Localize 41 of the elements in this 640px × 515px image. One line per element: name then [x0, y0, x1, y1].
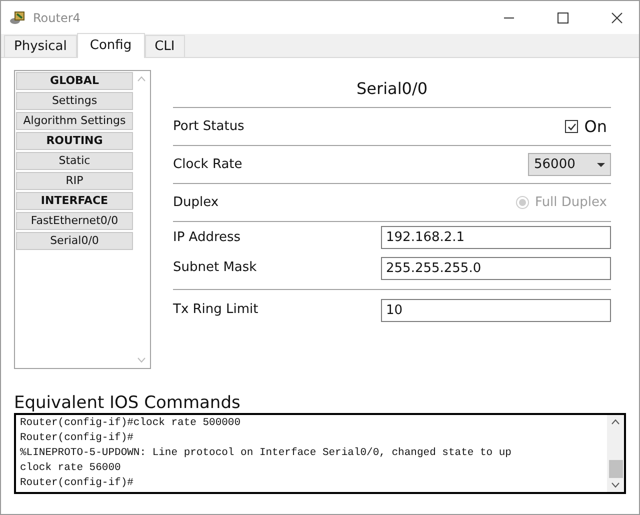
console-line: clock rate 56000 [20, 461, 122, 476]
scroll-down-icon[interactable] [611, 482, 620, 488]
router-icon [9, 10, 25, 24]
field-label: IP Address [173, 228, 241, 247]
clock-rate-dropdown[interactable]: 56000 [528, 153, 611, 176]
sidebar-item[interactable]: Static [16, 152, 133, 170]
sidebar-header[interactable]: GLOBAL [16, 72, 133, 90]
console-line: Router(config-if)# [20, 431, 134, 446]
sidebar-header[interactable]: ROUTING [16, 132, 133, 150]
scroll-up-icon[interactable] [611, 419, 620, 425]
section-title: Equivalent IOS Commands [14, 393, 242, 413]
field-label: Duplex [173, 194, 219, 212]
radio-label: Full Duplex [535, 194, 607, 212]
console-scrollbar[interactable] [607, 415, 624, 492]
tab[interactable]: CLI [144, 35, 185, 57]
sidebar-item[interactable]: Algorithm Settings [16, 112, 133, 130]
tab[interactable]: Physical [4, 35, 77, 57]
close-icon[interactable] [611, 12, 623, 24]
field-label: Clock Rate [173, 156, 242, 174]
sidebar-item[interactable]: FastEthernet0/0 [16, 212, 133, 230]
maximize-icon[interactable] [557, 12, 569, 24]
scroll-thumb[interactable] [608, 460, 622, 478]
checkbox-label: On [584, 116, 607, 138]
window-title: Router4 [33, 10, 80, 26]
sidebar-item[interactable]: RIP [16, 172, 133, 190]
console-line: Router(config-if)#clock rate 500000 [20, 416, 242, 431]
sidebar-header[interactable]: INTERFACE [16, 192, 133, 210]
text-field[interactable]: 10 [381, 298, 611, 322]
sidebar-item[interactable]: Settings [16, 92, 133, 110]
console-line: Router(config-if)# [20, 476, 134, 491]
sidebar-item[interactable]: Serial0/0 [16, 232, 133, 250]
field-label: Subnet Mask [173, 259, 257, 278]
tab[interactable]: Config [76, 33, 145, 58]
text-field[interactable]: 192.168.2.1 [381, 226, 611, 249]
text-field[interactable]: 255.255.255.0 [381, 256, 611, 280]
checkbox[interactable] [565, 120, 578, 133]
panel-title: Serial0/0 [356, 78, 428, 100]
console-line: %LINEPROTO-5-UPDOWN: Line protocol on Interface Serial0/0, changed state to up [20, 446, 512, 461]
caret-icon [597, 162, 605, 166]
field-label: Tx Ring Limit [173, 301, 258, 320]
field-label: Port Status [173, 118, 244, 136]
